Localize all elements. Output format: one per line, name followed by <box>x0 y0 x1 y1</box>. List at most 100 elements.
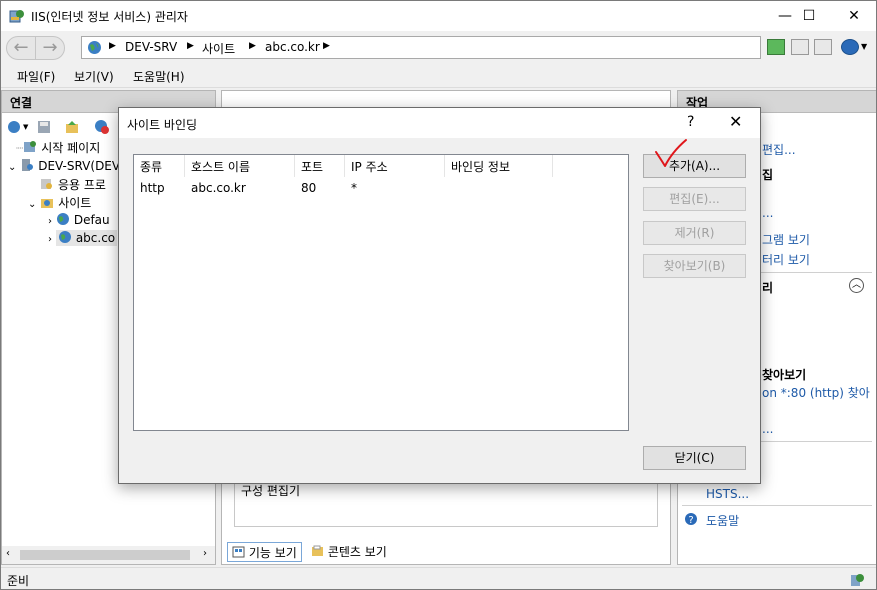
window-title: IIS(인터넷 정보 서비스) 관리자 <box>31 10 188 24</box>
sites-folder-icon <box>41 199 54 208</box>
maximize-button[interactable]: ☐ <box>786 1 832 31</box>
collapse-section-icon[interactable]: ︿ <box>849 278 864 293</box>
cell-ip: * <box>351 181 357 195</box>
column-type[interactable]: 종류 <box>134 155 185 177</box>
chevron-down-icon[interactable]: ⌄ <box>28 199 36 210</box>
home-icon[interactable] <box>814 39 832 55</box>
start-page-icon <box>24 141 37 152</box>
chevron-right-icon[interactable]: › <box>48 234 52 245</box>
dialog-help-button[interactable]: ? <box>687 114 694 130</box>
column-host[interactable]: 호스트 이름 <box>185 155 295 177</box>
browse-binding-button[interactable]: 찾아보기(B) <box>643 254 746 278</box>
iis-manager-window: IIS(인터넷 정보 서비스) 관리자 — ☐ ✕ ← → ▶ DEV-SRV … <box>0 0 877 590</box>
crumb-separator-icon: ▶ <box>109 41 116 51</box>
crumb-site[interactable]: abc.co.kr <box>265 40 320 54</box>
tree-item-start-page[interactable]: ┈ 시작 페이지 <box>16 139 100 156</box>
bindings-list[interactable]: 종류 호스트 이름 포트 IP 주소 바인딩 정보 http abc.co.kr… <box>133 154 629 431</box>
remove-binding-button[interactable]: 제거(R) <box>643 221 746 245</box>
help-icon[interactable] <box>841 39 859 55</box>
action-edit-link[interactable]: 편집... <box>762 141 796 158</box>
help-link[interactable]: 도움말 <box>706 512 739 529</box>
browse-site-link[interactable]: on *:80 (http) 찾아 <box>762 384 870 401</box>
address-row: ← → ▶ DEV-SRV ▶ 사이트 ▶ abc.co.kr ▶ ▼ <box>1 31 876 64</box>
chevron-left-icon[interactable]: ‹ <box>6 548 10 559</box>
action-view-apps-link[interactable]: 그램 보기 <box>762 231 810 248</box>
tab-label: 콘텐츠 보기 <box>327 545 387 559</box>
tree-item-sites[interactable]: ⌄ 사이트 <box>28 194 91 211</box>
add-binding-button[interactable]: 추가(A)... <box>643 154 746 178</box>
manage-section-heading: 리 <box>762 281 774 295</box>
server-icon <box>22 159 34 171</box>
folder-up-icon[interactable] <box>64 119 80 135</box>
view-tabs: 기능 보기 콘텐츠 보기 <box>221 540 671 564</box>
globe-icon <box>58 231 71 243</box>
scrollbar-thumb[interactable] <box>20 550 190 560</box>
refresh-icon[interactable] <box>767 39 785 55</box>
close-dialog-button[interactable]: 닫기(C) <box>643 446 746 470</box>
server-status-icon <box>851 574 864 586</box>
menu-help[interactable]: 도움말(H) <box>133 68 185 85</box>
tree-item-server[interactable]: ⌄ DEV-SRV(DEV <box>8 158 120 173</box>
arrow-right-icon: → <box>42 37 58 58</box>
chevron-down-icon[interactable]: ▼ <box>23 123 28 131</box>
tab-feature-view[interactable]: 기능 보기 <box>227 542 302 562</box>
config-editor-group[interactable]: 구성 편집기 <box>234 479 658 527</box>
action-bindings-heading: 집 <box>762 168 774 182</box>
close-window-button[interactable]: ✕ <box>831 1 876 31</box>
globe-icon <box>88 41 101 54</box>
content-view-icon <box>312 545 323 556</box>
tree-item-abc-site[interactable]: › abc.co <box>48 230 118 246</box>
menu-file[interactable]: 파일(F) <box>17 68 55 85</box>
feature-view-icon <box>232 546 245 558</box>
cell-port: 80 <box>301 181 317 195</box>
tree-label: abc.co <box>75 231 116 245</box>
chevron-down-icon[interactable]: ▼ <box>861 42 867 51</box>
crumb-sites[interactable]: 사이트 <box>202 40 235 57</box>
crumb-separator-icon: ▶ <box>187 41 194 51</box>
column-port[interactable]: 포트 <box>295 155 345 177</box>
menu-bar: 파일(F) 보기(V) 도움말(H) <box>1 64 876 88</box>
connect-icon[interactable] <box>6 119 22 135</box>
hsts-link[interactable]: HSTS... <box>706 487 749 501</box>
crumb-separator-icon: ▶ <box>323 41 330 51</box>
svg-text:?: ? <box>688 515 693 526</box>
tree-label: Defau <box>73 213 110 227</box>
chevron-right-icon[interactable]: › <box>203 548 207 559</box>
crumb-server[interactable]: DEV-SRV <box>125 40 177 54</box>
action-view-dirs-link[interactable]: 터리 보기 <box>762 251 810 268</box>
edit-binding-button[interactable]: 편집(E)... <box>643 187 746 211</box>
chevron-right-icon[interactable]: › <box>48 216 52 227</box>
help-icon: ? <box>685 513 697 526</box>
dialog-close-button[interactable]: ✕ <box>729 112 742 131</box>
status-text: 준비 <box>7 574 30 588</box>
tab-label: 기능 보기 <box>248 546 297 560</box>
back-button[interactable]: ← <box>6 36 36 60</box>
app-pool-icon <box>41 179 52 189</box>
action-dots-link[interactable]: ... <box>762 206 773 220</box>
tree-item-default-site[interactable]: › Defau <box>48 212 110 227</box>
tree-label: 사이트 <box>58 196 92 210</box>
column-binding-info[interactable]: 바인딩 정보 <box>445 155 553 177</box>
menu-view[interactable]: 보기(V) <box>74 68 114 85</box>
action-dots2-link[interactable]: ... <box>762 422 773 436</box>
config-editor-label: 구성 편집기 <box>241 484 301 498</box>
disconnect-icon[interactable] <box>94 119 110 135</box>
address-bar[interactable]: ▶ DEV-SRV ▶ 사이트 ▶ abc.co.kr ▶ <box>81 36 761 59</box>
horizontal-scrollbar[interactable]: ‹ › <box>2 546 215 564</box>
tree-label: 시작 페이지 <box>41 141 101 155</box>
status-bar: 준비 <box>1 567 876 589</box>
chevron-down-icon[interactable]: ⌄ <box>8 162 16 173</box>
forward-button[interactable]: → <box>35 36 65 60</box>
save-icon[interactable] <box>36 119 52 135</box>
cell-host: abc.co.kr <box>191 181 246 195</box>
tab-content-view[interactable]: 콘텐츠 보기 <box>307 542 391 562</box>
dialog-title: 사이트 바인딩 <box>127 118 198 132</box>
iis-app-icon <box>9 10 24 23</box>
tree-label: 응용 프로 <box>58 178 106 192</box>
stop-icon[interactable] <box>791 39 809 55</box>
tree-item-app-pools[interactable]: 응용 프로 <box>40 176 106 193</box>
dialog-title-bar: 사이트 바인딩 ? ✕ <box>119 108 760 138</box>
globe-icon <box>56 213 69 225</box>
cell-type: http <box>140 181 165 195</box>
column-ip[interactable]: IP 주소 <box>345 155 445 177</box>
